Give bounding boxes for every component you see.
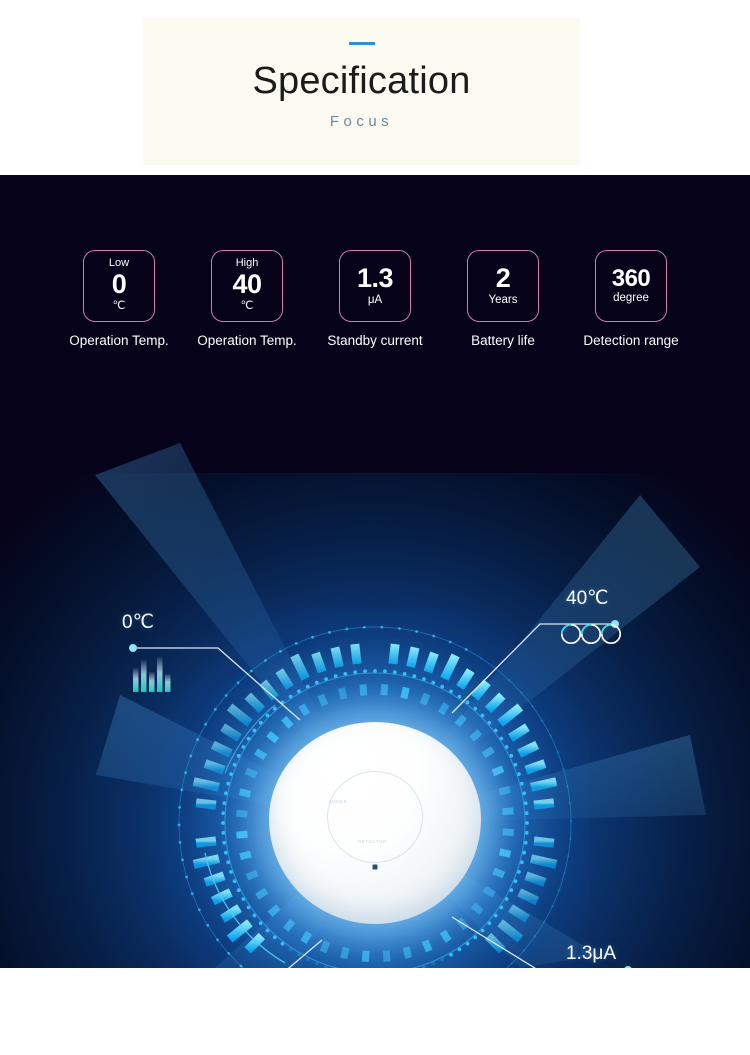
spec-box: 2 Years <box>467 250 539 322</box>
spec-caption: Operation Temp. <box>69 333 169 348</box>
spec-unit: degree <box>613 292 649 306</box>
page-subtitle: Focus <box>330 113 393 130</box>
spec-value: 2 <box>496 264 511 292</box>
device-illustration: SMOKE DETECTOR <box>165 613 585 968</box>
spec-caption: Detection range <box>583 333 678 348</box>
spec-unit: ℃ <box>113 300 126 314</box>
device-dome: SMOKE DETECTOR <box>269 722 481 924</box>
device-inner-ring <box>327 771 423 863</box>
spec-unit: μA <box>368 294 382 308</box>
header-accent-rule <box>349 42 375 45</box>
spec-box: High 40 ℃ <box>211 250 283 322</box>
three-circles-icon <box>560 623 622 645</box>
spec-item-detection-range[interactable]: 360 degree Detection range <box>587 250 675 348</box>
header-panel: Specification Focus <box>143 18 580 165</box>
spec-value: 40 <box>232 270 261 298</box>
spec-item-battery-life[interactable]: 2 Years Battery life <box>459 250 547 348</box>
spec-value: 0 <box>112 270 127 298</box>
spec-item-high-temp[interactable]: High 40 ℃ Operation Temp. <box>203 250 291 348</box>
page-title: Specification <box>252 59 470 104</box>
page-footer <box>0 968 750 1055</box>
page-header: Specification Focus <box>0 0 750 175</box>
spec-stage: Low 0 ℃ Operation Temp. High 40 ℃ Operat… <box>0 175 750 968</box>
device-led-indicator <box>373 865 378 870</box>
spec-item-standby-current[interactable]: 1.3 μA Standby current <box>331 250 419 348</box>
bar-chart-icon <box>131 656 177 692</box>
spec-unit: ℃ <box>241 300 254 314</box>
spec-caption: Battery life <box>471 333 535 348</box>
spec-value: 360 <box>612 266 651 291</box>
spec-value: 1.3 <box>357 264 393 292</box>
device-faint-label-top: SMOKE <box>328 799 347 804</box>
spec-qualifier: Low <box>109 258 129 269</box>
spec-box: 1.3 μA <box>339 250 411 322</box>
spec-caption: Standby current <box>327 333 422 348</box>
spec-caption: Operation Temp. <box>197 333 297 348</box>
callout-label: 0℃ <box>122 611 154 634</box>
callout-standby-current[interactable]: 1.3μA <box>566 943 616 965</box>
callout-label: 40℃ <box>566 587 608 610</box>
callout-label: 1.3μA <box>566 943 616 965</box>
spec-list: Low 0 ℃ Operation Temp. High 40 ℃ Operat… <box>0 250 750 348</box>
spec-unit: Years <box>489 294 518 308</box>
spec-qualifier: High <box>236 258 259 269</box>
callout-high-temp[interactable]: 40℃ <box>566 587 608 610</box>
spec-item-low-temp[interactable]: Low 0 ℃ Operation Temp. <box>75 250 163 348</box>
spec-box: Low 0 ℃ <box>83 250 155 322</box>
callout-low-temp[interactable]: 0℃ <box>122 611 154 634</box>
device-faint-label-bottom: DETECTOR <box>358 839 387 844</box>
spec-box: 360 degree <box>595 250 667 322</box>
